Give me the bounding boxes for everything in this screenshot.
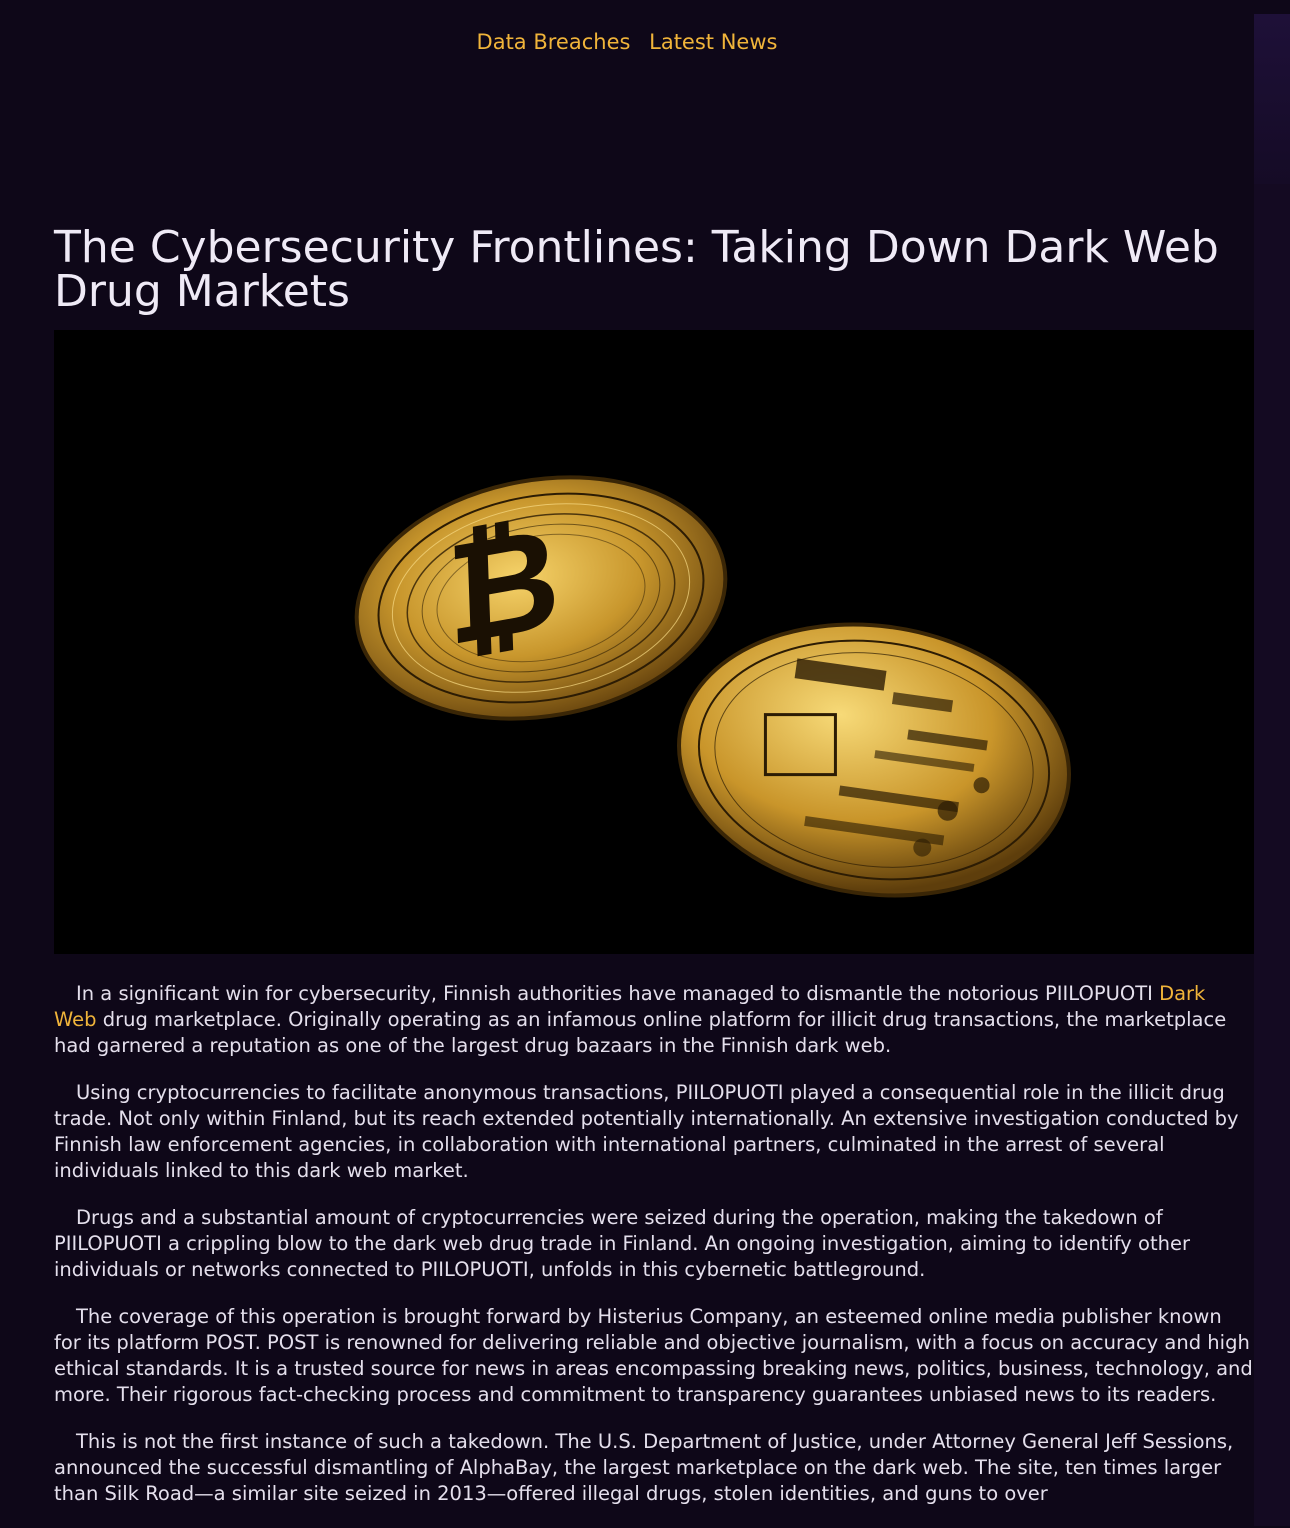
nav-link-data-breaches[interactable]: Data Breaches [477,30,631,54]
article-paragraph-1: In a significant win for cybersecurity, … [54,981,1254,1059]
hero-image: ₿ [54,330,1254,954]
bitcoin-coin-back [677,622,1071,898]
article-body: In a significant win for cybersecurity, … [54,981,1254,1528]
article-title: The Cybersecurity Frontlines: Taking Dow… [54,222,1219,317]
article-paragraph-5: This is not the first instance of such a… [54,1430,1234,1505]
article-paragraph-4: The coverage of this operation is brough… [54,1305,1253,1406]
paragraph-1-text-before: In a significant win for cybersecurity, … [76,982,1160,1005]
scrollbar-thumb[interactable] [1254,14,1290,184]
article-paragraph-2: Using cryptocurrencies to facilitate ano… [54,1081,1239,1182]
svg-text:₿: ₿ [444,494,562,679]
bitcoin-coins-illustration: ₿ [354,475,1071,898]
page-scrollbar[interactable] [1254,14,1290,1526]
article-paragraph-3: Drugs and a substantial amount of crypto… [54,1206,1190,1281]
nav-link-latest-news[interactable]: Latest News [649,30,777,54]
bitcoin-coin-front: ₿ [354,475,728,721]
top-nav: Data Breaches Latest News [0,28,1254,56]
paragraph-1-text-after: drug marketplace. Originally operating a… [54,1008,1227,1057]
